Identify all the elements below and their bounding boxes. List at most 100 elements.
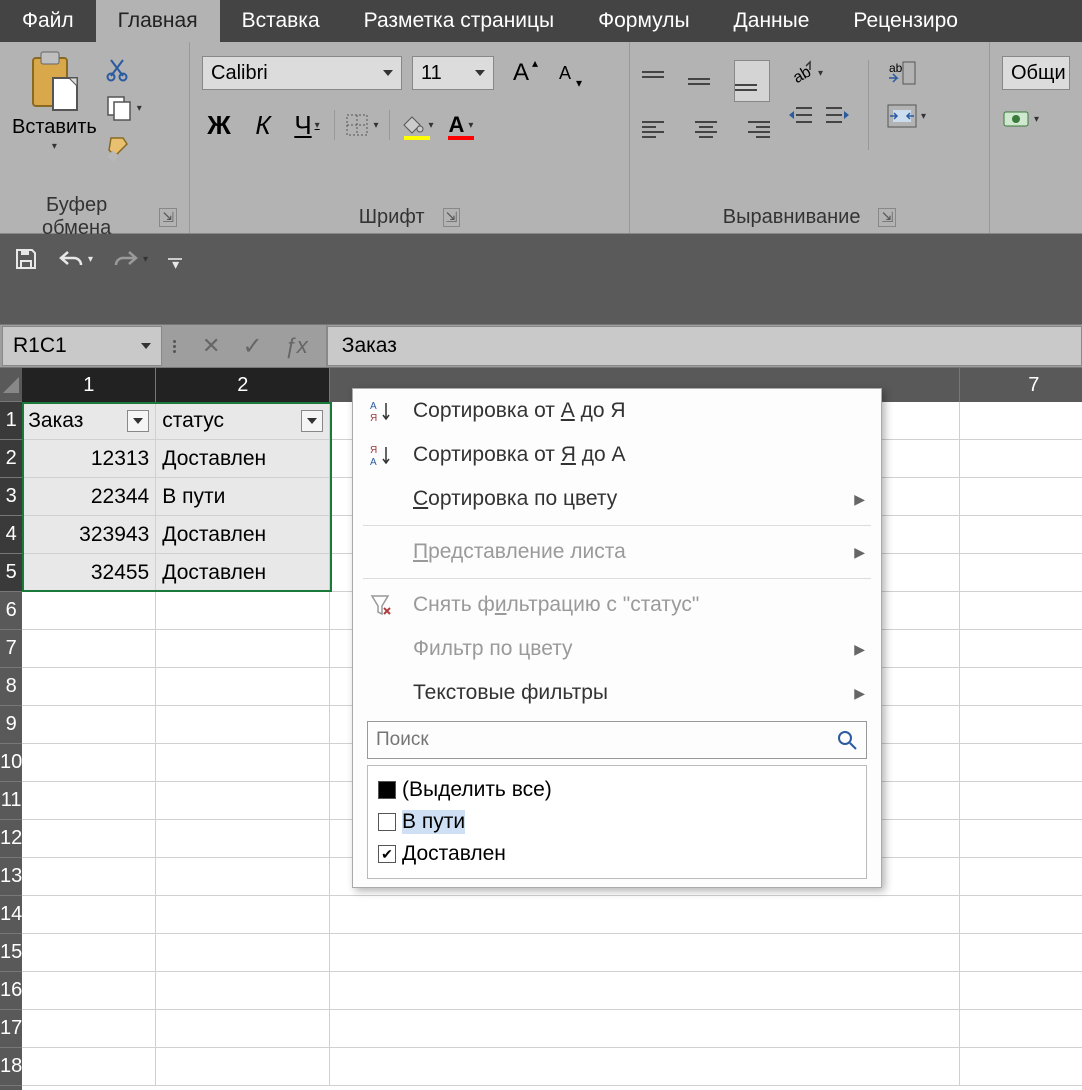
align-left-button[interactable] <box>642 108 678 150</box>
cell[interactable] <box>830 972 960 1010</box>
paste-label[interactable]: Вставить <box>12 116 97 139</box>
cell-header-order[interactable]: Заказ <box>22 402 156 440</box>
font-name-combo[interactable]: Calibri <box>202 56 402 90</box>
row-header-3[interactable]: 3 <box>0 478 22 516</box>
cell[interactable] <box>960 934 1082 972</box>
font-color-button[interactable]: А ▾ <box>444 108 478 142</box>
cancel-formula-button[interactable]: ✕ <box>202 333 220 359</box>
increase-font-button[interactable]: A▴ <box>504 56 538 90</box>
cell[interactable] <box>960 706 1082 744</box>
cell[interactable] <box>22 630 156 668</box>
tab-page-layout[interactable]: Разметка страницы <box>342 0 577 42</box>
col-header-1[interactable]: 1 <box>22 368 156 402</box>
cell[interactable] <box>156 934 330 972</box>
underline-button[interactable]: Ч▾ <box>290 108 324 142</box>
row-header-10[interactable]: 10 <box>0 744 22 782</box>
tab-file[interactable]: Файл <box>0 0 96 42</box>
row-header-11[interactable]: 11 <box>0 782 22 820</box>
cell[interactable] <box>22 934 156 972</box>
cell[interactable]: 22344 <box>22 478 156 516</box>
row-header-12[interactable]: 12 <box>0 820 22 858</box>
filter-check-transit[interactable]: В пути <box>378 806 856 838</box>
cell[interactable] <box>960 896 1082 934</box>
row-header-2[interactable]: 2 <box>0 440 22 478</box>
cell[interactable] <box>960 402 1082 440</box>
tab-formulas[interactable]: Формулы <box>576 0 711 42</box>
cell[interactable] <box>156 1010 330 1048</box>
align-right-button[interactable] <box>734 108 770 150</box>
font-size-combo[interactable]: 11 <box>412 56 494 90</box>
align-bottom-button[interactable] <box>734 60 770 102</box>
row-header-6[interactable]: 6 <box>0 592 22 630</box>
align-middle-button[interactable] <box>688 60 724 102</box>
cell[interactable] <box>960 1010 1082 1048</box>
decrease-indent-button[interactable] <box>788 104 814 126</box>
sort-by-color-item[interactable]: Сортировка по цвету ▶ <box>353 477 881 521</box>
italic-button[interactable]: К <box>246 108 280 142</box>
name-box-handle[interactable] <box>164 340 184 353</box>
cell[interactable]: Доставлен <box>156 554 330 592</box>
number-format-combo[interactable]: Общи <box>1002 56 1070 90</box>
align-top-button[interactable] <box>642 60 678 102</box>
accept-formula-button[interactable]: ✓ <box>242 332 262 361</box>
customize-qat-button[interactable]: ▾ <box>168 246 179 273</box>
wrap-text-button[interactable]: ab <box>887 60 926 86</box>
cell[interactable] <box>960 516 1082 554</box>
row-header-4[interactable]: 4 <box>0 516 22 554</box>
cell[interactable] <box>22 744 156 782</box>
fx-button[interactable]: ƒx <box>285 333 308 359</box>
cell[interactable] <box>22 592 156 630</box>
cell[interactable] <box>22 1010 156 1048</box>
row-header-9[interactable]: 9 <box>0 706 22 744</box>
cell[interactable] <box>156 744 330 782</box>
clipboard-dialog-launcher[interactable]: ⇲ <box>159 208 177 227</box>
undo-button[interactable]: ▾ <box>58 248 93 270</box>
formula-input[interactable]: Заказ <box>327 326 1082 366</box>
borders-button[interactable]: ▾ <box>345 108 379 142</box>
tab-insert[interactable]: Вставка <box>220 0 342 42</box>
copy-button[interactable]: ▾ <box>105 94 142 122</box>
cell[interactable] <box>960 820 1082 858</box>
cut-button[interactable] <box>105 56 142 82</box>
cell[interactable] <box>830 896 960 934</box>
cell[interactable] <box>22 1048 156 1086</box>
cell[interactable]: Доставлен <box>156 516 330 554</box>
increase-indent-button[interactable] <box>824 104 850 126</box>
cell[interactable] <box>960 858 1082 896</box>
bold-button[interactable]: Ж <box>202 108 236 142</box>
cell[interactable]: 323943 <box>22 516 156 554</box>
cell[interactable] <box>22 896 156 934</box>
cell[interactable] <box>22 820 156 858</box>
cell[interactable] <box>156 858 330 896</box>
cell[interactable] <box>156 782 330 820</box>
format-painter-button[interactable] <box>105 134 142 162</box>
tab-data[interactable]: Данные <box>712 0 832 42</box>
tab-home[interactable]: Главная <box>96 0 220 42</box>
cell[interactable] <box>156 668 330 706</box>
cell[interactable]: Доставлен <box>156 440 330 478</box>
save-button[interactable] <box>14 247 38 271</box>
cell[interactable] <box>830 1048 960 1086</box>
cell[interactable] <box>960 668 1082 706</box>
row-header-17[interactable]: 17 <box>0 1010 22 1048</box>
cell[interactable] <box>960 478 1082 516</box>
cell[interactable] <box>22 668 156 706</box>
sort-desc-item[interactable]: ЯА Сортировка от Я до А <box>353 433 881 477</box>
row-header-7[interactable]: 7 <box>0 630 22 668</box>
cell[interactable] <box>960 630 1082 668</box>
cell[interactable] <box>22 782 156 820</box>
row-header-8[interactable]: 8 <box>0 668 22 706</box>
cell[interactable] <box>830 934 960 972</box>
redo-button[interactable]: ▾ <box>113 248 148 270</box>
filter-check-delivered[interactable]: ✔ Доставлен <box>378 838 856 870</box>
filter-check-select-all[interactable]: (Выделить все) <box>378 774 856 806</box>
orientation-button[interactable]: ab ▾ <box>788 60 850 86</box>
col-header-7[interactable]: 7 <box>960 368 1082 402</box>
row-header-15[interactable]: 15 <box>0 934 22 972</box>
cell[interactable]: 32455 <box>22 554 156 592</box>
font-dialog-launcher[interactable]: ⇲ <box>443 208 461 227</box>
decrease-font-button[interactable]: A▾ <box>548 56 582 90</box>
col-header-2[interactable]: 2 <box>156 368 330 402</box>
sort-asc-item[interactable]: АЯ Сортировка от А до Я <box>353 389 881 433</box>
row-header-5[interactable]: 5 <box>0 554 22 592</box>
